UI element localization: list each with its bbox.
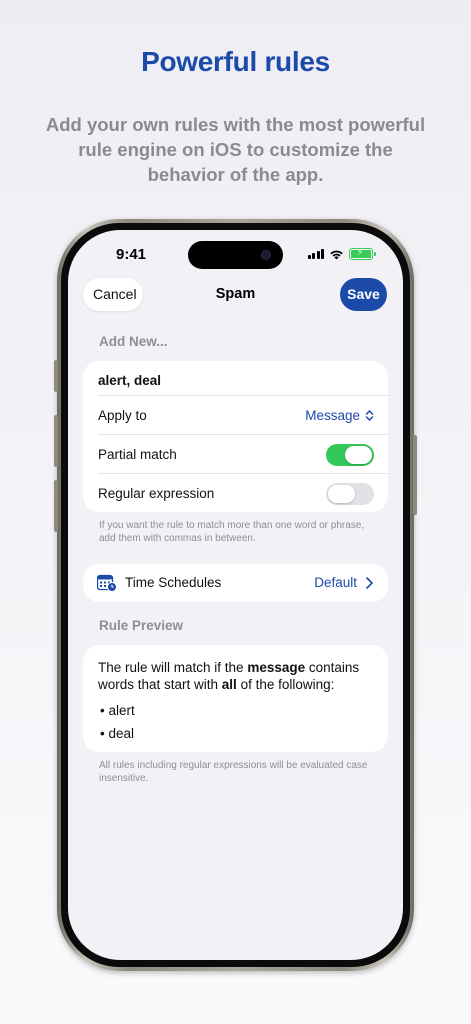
wifi-icon: [330, 250, 343, 259]
rule-preview-card: The rule will match if the message conta…: [83, 645, 388, 752]
phone-screen: 9:41 ⚡ Cancel Spam Save Add New... alert…: [68, 230, 403, 960]
rule-form-footnote: If you want the rule to match more than …: [99, 520, 365, 544]
list-item: • alert: [100, 703, 135, 718]
status-icons: ⚡: [307, 247, 376, 260]
calendar-clock-icon: [97, 574, 117, 592]
dynamic-island: [188, 241, 283, 269]
rule-form-card: alert, deal Apply to Message Partial mat…: [83, 361, 388, 512]
phone-side-button: [54, 360, 58, 392]
rule-preview-footnote: All rules including regular expressions …: [99, 760, 368, 784]
partial-match-row: Partial match: [98, 435, 388, 474]
chevron-up-down-icon: [365, 409, 374, 422]
partial-match-label: Partial match: [98, 447, 177, 462]
rule-preview-section-label: Rule Preview: [99, 618, 184, 633]
partial-match-toggle[interactable]: [326, 443, 374, 466]
time-schedules-row[interactable]: Time Schedules Default: [83, 564, 388, 602]
status-time: 9:41: [116, 246, 147, 263]
apply-to-picker[interactable]: Message: [305, 408, 374, 423]
home-indicator: [180, 948, 291, 952]
list-item-text: alert: [108, 703, 135, 718]
regular-expression-row: Regular expression: [98, 474, 388, 513]
apply-to-value: Message: [305, 408, 360, 423]
apply-to-row[interactable]: Apply to Message: [98, 396, 388, 435]
save-button[interactable]: Save: [340, 278, 387, 311]
battery-icon: ⚡: [349, 247, 376, 260]
add-new-section-label: Add New...: [99, 334, 168, 349]
preview-text-part: of the following:: [236, 677, 335, 692]
camera-icon: [261, 250, 271, 260]
regular-expression-toggle[interactable]: [326, 482, 374, 505]
list-item: • deal: [100, 726, 135, 741]
preview-text-bold: message: [247, 660, 306, 675]
regular-expression-label: Regular expression: [98, 486, 215, 501]
phone-side-button: [54, 415, 58, 467]
cellular-signal-icon: [307, 249, 324, 259]
chevron-right-icon: [366, 577, 373, 589]
keywords-value: alert, deal: [98, 373, 162, 388]
phone-side-button: [54, 480, 58, 532]
subhead: Add your own rules with the most powerfu…: [45, 114, 426, 185]
preview-text-bold: all: [221, 677, 237, 692]
time-schedules-value: Default: [314, 575, 357, 590]
headline: Powerful rules: [141, 46, 330, 77]
list-item-text: deal: [108, 726, 135, 741]
preview-text-part: The rule will match if the: [98, 660, 248, 675]
time-schedules-label: Time Schedules: [125, 575, 222, 590]
phone-side-button: [413, 435, 417, 515]
apply-to-label: Apply to: [98, 408, 147, 423]
rule-preview-text: The rule will match if the message conta…: [98, 659, 378, 693]
